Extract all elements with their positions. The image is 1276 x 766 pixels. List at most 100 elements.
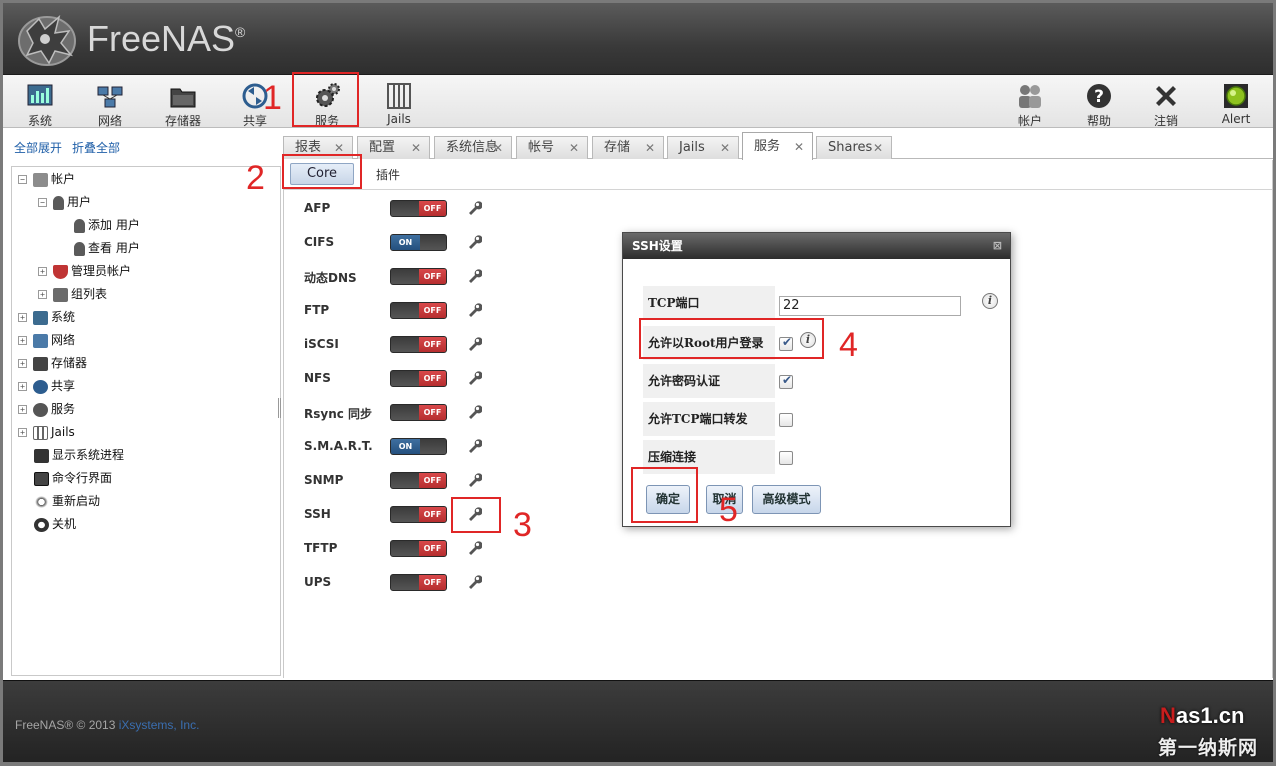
tab-storage[interactable]: 存储 ✕	[592, 136, 664, 159]
tree-item-storage[interactable]: + 存储器	[18, 353, 87, 373]
expand-toggle-icon[interactable]: +	[18, 382, 27, 391]
tab-shares[interactable]: Shares ✕	[816, 136, 892, 159]
toolbar-alert-button[interactable]: Alert	[1206, 77, 1266, 126]
wrench-icon[interactable]	[466, 506, 482, 522]
root-login-checkbox[interactable]: ✔	[779, 335, 793, 351]
toolbar-storage-button[interactable]: 存储器	[153, 77, 213, 128]
wrench-icon[interactable]	[466, 200, 482, 216]
service-name: SNMP	[304, 473, 344, 487]
tree-item-services[interactable]: + 服务	[18, 399, 75, 419]
tree-item-sharing[interactable]: + 共享	[18, 376, 75, 396]
tree-item-add-user[interactable]: 添加 用户	[74, 215, 140, 235]
tree-item-admin-accounts[interactable]: + 管理员帐户	[38, 261, 131, 281]
service-toggle-switch[interactable]: OFF	[390, 336, 447, 353]
close-tab-icon[interactable]: ✕	[794, 133, 804, 161]
toolbar-network-button[interactable]: 网络	[80, 77, 140, 128]
user-icon	[53, 195, 64, 210]
logout-icon	[1156, 86, 1176, 106]
service-row: SNMP OFF	[304, 466, 604, 496]
wrench-icon[interactable]	[466, 404, 482, 420]
wrench-icon[interactable]	[466, 302, 482, 318]
tree-item-jails[interactable]: + Jails	[18, 422, 75, 442]
service-toggle-switch[interactable]: OFF	[390, 302, 447, 319]
ok-button[interactable]: 确定	[646, 485, 690, 514]
expand-toggle-icon[interactable]: +	[18, 359, 27, 368]
info-icon[interactable]: i	[800, 332, 816, 348]
expand-toggle-icon[interactable]: +	[18, 428, 27, 437]
service-toggle-switch[interactable]: ON	[390, 234, 447, 251]
wrench-icon[interactable]	[466, 540, 482, 556]
service-toggle-switch[interactable]: OFF	[390, 268, 447, 285]
subtab-plugins[interactable]: 插件	[376, 166, 400, 183]
expand-toggle-icon[interactable]: +	[38, 290, 47, 299]
toolbar-label: Alert	[1221, 112, 1251, 126]
service-toggle-switch[interactable]: OFF	[390, 200, 447, 217]
wrench-icon[interactable]	[466, 472, 482, 488]
tcp-port-input[interactable]: 22	[779, 296, 961, 316]
expand-all-link[interactable]: 全部展开	[14, 141, 62, 155]
compression-checkbox[interactable]	[779, 451, 793, 465]
service-toggle-switch[interactable]: OFF	[390, 472, 447, 489]
tab-jails[interactable]: Jails ✕	[667, 136, 739, 159]
service-toggle-switch[interactable]: ON	[390, 438, 447, 455]
service-toggle-switch[interactable]: OFF	[390, 404, 447, 421]
close-tab-icon[interactable]: ✕	[411, 137, 421, 159]
advanced-mode-button[interactable]: 高级模式	[752, 485, 821, 514]
tree-item-account[interactable]: − 帐户	[18, 169, 75, 189]
service-toggle-switch[interactable]: OFF	[390, 574, 447, 591]
tab-services[interactable]: 服务 ✕	[742, 132, 813, 160]
wrench-icon[interactable]	[466, 438, 482, 454]
tab-reports[interactable]: 报表 ✕	[283, 136, 353, 159]
collapse-toggle-icon[interactable]: −	[38, 198, 47, 207]
expand-toggle-icon[interactable]: +	[18, 336, 27, 345]
tree-item-processes[interactable]: 显示系统进程	[34, 445, 124, 465]
close-tab-icon[interactable]: ✕	[569, 137, 579, 159]
close-tab-icon[interactable]: ✕	[873, 137, 883, 159]
collapse-toggle-icon[interactable]: −	[18, 175, 27, 184]
wrench-icon[interactable]	[466, 234, 482, 250]
toolbar-jails-button[interactable]: Jails	[369, 77, 429, 126]
expand-toggle-icon[interactable]: +	[18, 405, 27, 414]
wrench-icon[interactable]	[466, 574, 482, 590]
toolbar-label: 注销	[1153, 114, 1178, 128]
toolbar-account-button[interactable]: 帐户	[1000, 77, 1060, 128]
tab-system-info[interactable]: 系统信息 ✕	[434, 136, 512, 159]
toolbar-logout-button[interactable]: 注销	[1136, 77, 1196, 128]
info-icon[interactable]: i	[982, 293, 998, 309]
tree-item-network[interactable]: + 网络	[18, 330, 75, 350]
panel-splitter[interactable]	[278, 398, 281, 418]
collapse-all-link[interactable]: 折叠全部	[72, 141, 120, 155]
wrench-icon[interactable]	[466, 336, 482, 352]
tree-item-shutdown[interactable]: 关机	[34, 514, 76, 534]
wrench-icon[interactable]	[466, 370, 482, 386]
password-auth-checkbox[interactable]: ✔	[779, 373, 793, 389]
service-toggle-switch[interactable]: OFF	[390, 506, 447, 523]
wrench-icon[interactable]	[466, 268, 482, 284]
tree-item-view-users[interactable]: 查看 用户	[74, 238, 140, 258]
tree-item-reboot[interactable]: 重新启动	[34, 491, 100, 511]
close-tab-icon[interactable]: ✕	[645, 137, 655, 159]
ixsystems-link[interactable]: iXsystems, Inc.	[119, 718, 200, 732]
tab-accounts[interactable]: 帐号 ✕	[516, 136, 588, 159]
expand-toggle-icon[interactable]: +	[18, 313, 27, 322]
freenas-window: FreeNAS® 系统 网络 存储器 共享 服务 Jails 帐户 ? 帮助 注…	[3, 3, 1273, 762]
toolbar-label: 帮助	[1086, 114, 1111, 128]
toolbar-services-button[interactable]: 服务	[297, 77, 357, 128]
service-toggle-switch[interactable]: OFF	[390, 370, 447, 387]
tree-item-shell[interactable]: 命令行界面	[34, 468, 112, 488]
close-tab-icon[interactable]: ✕	[493, 137, 503, 159]
close-icon[interactable]: ⊠	[993, 233, 1002, 259]
close-tab-icon[interactable]: ✕	[720, 137, 730, 159]
dialog-title-bar[interactable]: SSH设置 ⊠	[623, 233, 1010, 259]
tcp-forwarding-checkbox[interactable]	[779, 413, 793, 427]
service-toggle-switch[interactable]: OFF	[390, 540, 447, 557]
subtab-core[interactable]: Core	[290, 163, 354, 185]
tree-item-groups[interactable]: + 组列表	[38, 284, 107, 304]
tree-item-users[interactable]: − 用户	[38, 192, 91, 212]
tree-item-system[interactable]: + 系统	[18, 307, 75, 327]
expand-toggle-icon[interactable]: +	[38, 267, 47, 276]
close-tab-icon[interactable]: ✕	[334, 137, 344, 159]
toolbar-help-button[interactable]: ? 帮助	[1069, 77, 1129, 128]
toolbar-system-button[interactable]: 系统	[10, 77, 70, 128]
tab-settings[interactable]: 配置 ✕	[357, 136, 430, 159]
